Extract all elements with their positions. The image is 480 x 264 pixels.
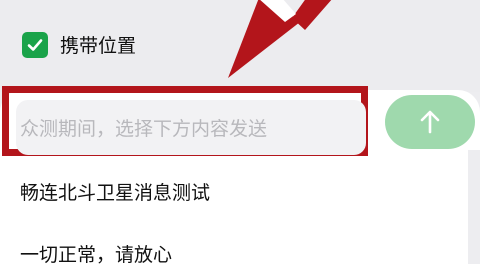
location-checkbox[interactable] bbox=[22, 31, 48, 58]
panel-edge bbox=[468, 150, 480, 264]
preset-message-2[interactable]: 一切正常，请放心 bbox=[20, 240, 172, 264]
screen: 携带位置 众测期间，选择下方内容发送 畅连北斗卫星消息测试 一切正常，请放心 bbox=[0, 0, 480, 264]
checkmark-icon bbox=[27, 38, 43, 51]
location-label: 携带位置 bbox=[60, 35, 137, 57]
arrow-up-icon bbox=[420, 110, 440, 134]
preset-message-1[interactable]: 畅连北斗卫星消息测试 bbox=[20, 178, 210, 205]
message-input-placeholder: 众测期间，选择下方内容发送 bbox=[20, 118, 268, 140]
send-button[interactable] bbox=[385, 95, 475, 149]
location-toggle[interactable]: 携带位置 bbox=[22, 31, 136, 58]
